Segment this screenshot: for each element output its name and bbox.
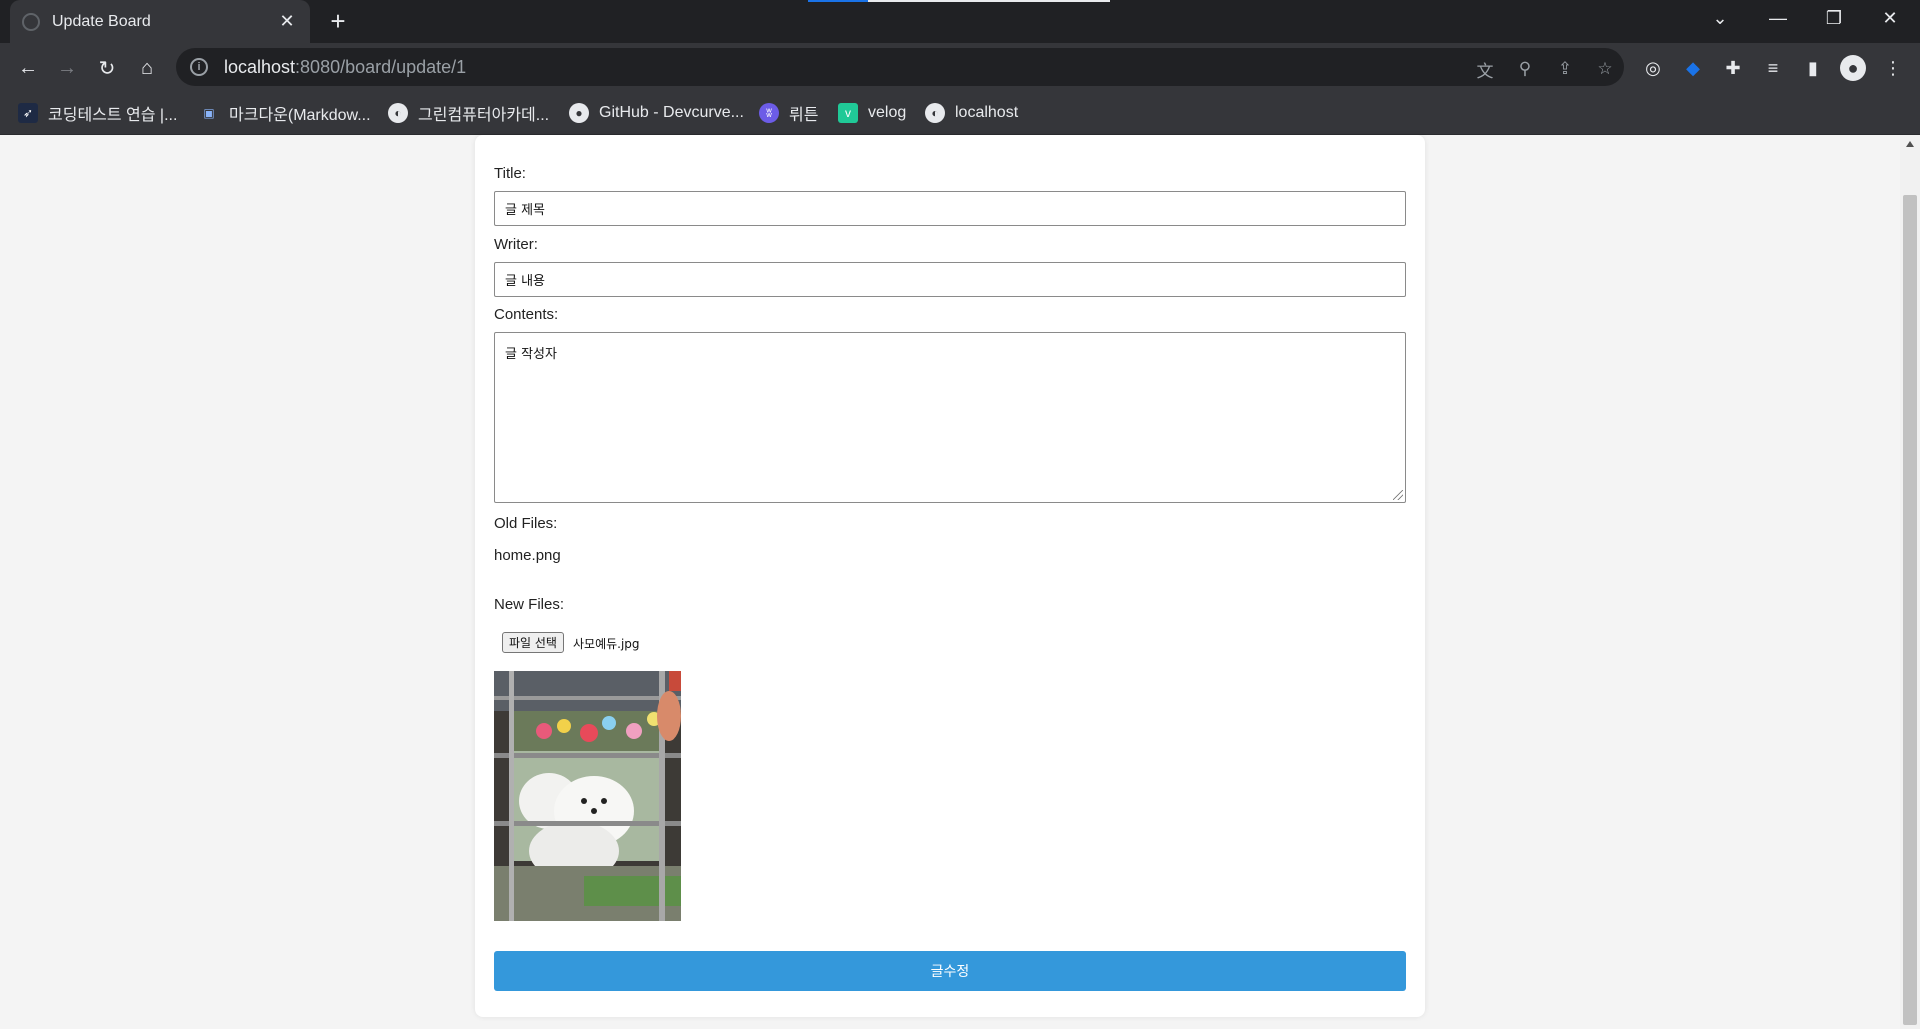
extension-diamond-icon[interactable]: ◆ [1680,55,1706,81]
bookmark-item[interactable]: ▣ 마크다운(Markdow... [199,101,370,125]
media-queue-icon[interactable]: ≡ [1760,55,1786,81]
extensions-puzzle-icon[interactable]: ✚ [1720,55,1746,81]
update-submit-button[interactable]: 글수정 [494,951,1406,991]
bookmark-item[interactable]: v velog [838,101,906,125]
browser-tab[interactable]: Update Board ✕ [10,0,310,43]
new-tab-button[interactable]: + [324,8,352,36]
old-file-name: home.png [494,547,561,564]
dog-photo-image [494,671,681,921]
tab-title: Update Board [52,12,151,30]
browser-toolbar: ← → ↻ ⌂ i localhost:8080/board/update/1 … [0,43,1920,91]
title-label: Title: [494,165,526,182]
title-input[interactable]: 글 제목 [494,191,1406,226]
old-files-label: Old Files: [494,515,558,532]
bookmark-item[interactable]: ● GitHub - Devcurve... [569,101,744,125]
velog-icon: v [838,103,858,123]
address-bar[interactable]: i localhost:8080/board/update/1 文 ⚲ ⇪ ☆ [176,48,1624,86]
scrollbar-thumb[interactable] [1903,195,1917,1025]
choose-file-button[interactable]: 파일 선택 [502,632,564,653]
tab-search-icon[interactable]: ⌄ [1692,0,1748,36]
wrtn-icon: ʬ [759,103,779,123]
new-files-label: New Files: [494,596,565,613]
bookmark-item[interactable]: ◐ 그린컴퓨터아카데... [388,101,549,125]
url-host: localhost [224,56,296,77]
share-icon[interactable]: ⇪ [1554,58,1576,80]
bookmarks-bar: ➶ 코딩테스트 연습 |... ▣ 마크다운(Markdow... ◐ 그린컴퓨터아카… [0,91,1920,135]
url-path: :8080/board/update/1 [295,56,467,77]
page-scrollbar[interactable] [1900,135,1920,1029]
minimize-button[interactable]: — [1750,0,1806,36]
bookmark-star-icon[interactable]: ☆ [1594,58,1616,80]
browser-title-bar: Update Board ✕ + ⌄ — ❐ ✕ [0,0,1920,43]
forward-arrow-icon[interactable]: → [52,53,82,83]
close-window-button[interactable]: ✕ [1862,0,1918,36]
site-info-icon[interactable]: i [190,58,208,76]
page-viewport: Title: 글 제목 Writer: 글 내용 Contents: 글 작성자… [0,135,1900,1029]
resize-handle[interactable] [1393,490,1403,500]
extension-gauge-icon[interactable]: ◎ [1640,55,1666,81]
contents-label: Contents: [494,306,559,323]
writer-label: Writer: [494,236,538,253]
back-arrow-icon[interactable]: ← [13,53,43,83]
bookmark-item[interactable]: ◐ localhost [925,101,1018,125]
menu-kebab-icon[interactable]: ⋮ [1880,55,1906,81]
update-form-card: Title: 글 제목 Writer: 글 내용 Contents: 글 작성자… [475,135,1425,1017]
loading-indicator [808,0,1110,2]
tab-favicon-icon [22,12,40,31]
restore-button[interactable]: ❐ [1806,0,1862,36]
side-panel-icon[interactable]: ▮ [1800,55,1826,81]
reload-icon[interactable]: ↻ [92,53,122,83]
globe-icon: ◐ [388,103,408,123]
zoom-icon[interactable]: ⚲ [1514,58,1536,80]
bookmark-item[interactable]: ʬ 뤼튼 [759,101,818,125]
writer-input[interactable]: 글 내용 [494,262,1406,297]
translate-icon[interactable]: 文 [1474,58,1496,81]
tab-close-icon[interactable]: ✕ [276,11,298,32]
scroll-up-arrow-icon[interactable] [1906,141,1914,147]
window-icon: ▣ [203,106,215,120]
image-preview [494,671,681,921]
bookmark-item[interactable]: ➶ 코딩테스트 연습 |... [18,101,177,125]
contents-textarea[interactable]: 글 작성자 [494,332,1406,503]
selected-file-name: 사모예듀.jpg [573,637,640,651]
globe-icon: ◐ [925,103,945,123]
github-icon: ● [569,103,589,123]
bird-icon: ➶ [18,103,38,123]
home-icon[interactable]: ⌂ [132,53,162,83]
contents-text: 글 작성자 [505,347,557,362]
profile-avatar-icon[interactable]: ● [1840,55,1866,81]
